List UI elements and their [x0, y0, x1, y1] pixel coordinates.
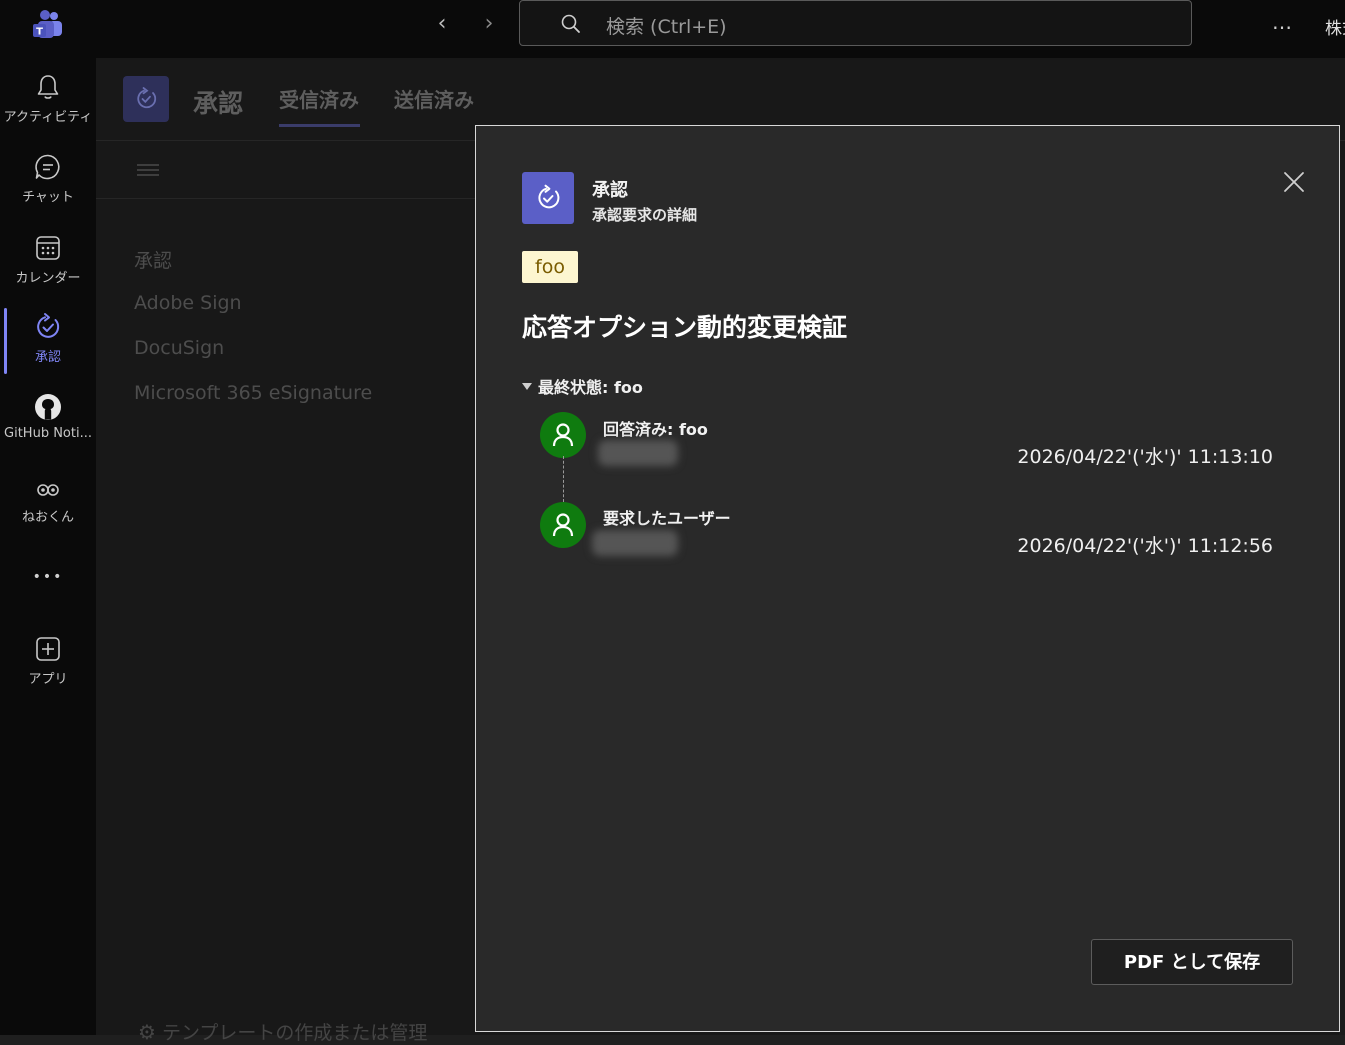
status-tag: foo	[522, 251, 578, 283]
bell-icon	[37, 75, 59, 99]
approval-detail-dialog: 承認 承認要求の詳細 foo 応答オプション動的変更検証 最終状態: foo 回…	[475, 125, 1340, 1032]
tab-sent[interactable]: 送信済み	[394, 84, 474, 113]
event-label-responded: 回答済み: foo	[603, 420, 708, 439]
rail-label-github: GitHub Noti...	[4, 426, 92, 441]
rail-item-neokun[interactable]: ねおくん	[0, 472, 96, 544]
rail-label-calendar: カレンダー	[15, 271, 81, 286]
user-account-label[interactable]: 株式	[1325, 14, 1345, 39]
request-title: 応答オプション動的変更検証	[522, 313, 848, 342]
more-icon: •••	[32, 569, 64, 585]
avatar	[540, 412, 586, 458]
manage-templates-link[interactable]: ⚙ テンプレートの作成または管理	[138, 1018, 427, 1045]
list-item-approvals[interactable]: 承認	[134, 246, 172, 273]
list-item-docusign[interactable]: DocuSign	[134, 337, 224, 359]
save-as-pdf-button[interactable]: PDF として保存	[1091, 939, 1293, 985]
approvals-app-icon	[123, 76, 169, 122]
title-bar: T ‹ › 検索 (Ctrl+E) … 株式	[0, 0, 1345, 58]
redacted-user-name	[598, 440, 678, 466]
rail-item-activity[interactable]: アクティビティ	[0, 72, 96, 144]
rail-item-calendar[interactable]: カレンダー	[0, 233, 96, 305]
back-button[interactable]: ‹	[428, 10, 456, 38]
dialog-subtitle: 承認要求の詳細	[592, 206, 698, 224]
rail-item-apps[interactable]: アプリ	[0, 634, 96, 706]
avatar	[540, 502, 586, 548]
more-options-button[interactable]: …	[1272, 10, 1293, 34]
github-icon	[35, 394, 61, 420]
rail-label-activity: アクティビティ	[3, 110, 93, 125]
dialog-title: 承認	[592, 180, 628, 201]
teams-logo-icon[interactable]: T	[32, 10, 64, 40]
rail-item-github[interactable]: GitHub Noti...	[0, 392, 96, 464]
rail-more-button[interactable]: •••	[0, 566, 96, 596]
rail-item-chat[interactable]: チャット	[0, 152, 96, 224]
chat-icon	[35, 154, 60, 180]
svg-text:T: T	[36, 27, 43, 38]
rail-item-approvals[interactable]: 承認	[0, 312, 96, 384]
forward-button[interactable]: ›	[475, 10, 503, 38]
calendar-icon	[36, 236, 60, 260]
search-input[interactable]: 検索 (Ctrl+E)	[519, 0, 1192, 46]
final-status-toggle[interactable]: 最終状態: foo	[522, 374, 643, 398]
timeline-connector	[563, 456, 564, 502]
person-icon	[552, 423, 574, 447]
rail-label-neokun: ねおくん	[21, 510, 74, 525]
manage-templates-label: テンプレートの作成または管理	[161, 1022, 428, 1044]
menu-icon[interactable]	[137, 162, 159, 178]
collapse-triangle-icon	[522, 383, 532, 390]
final-status-label: 最終状態: foo	[538, 378, 643, 397]
provider-list: 承認 Adobe Sign DocuSign Microsoft 365 eSi…	[110, 228, 480, 498]
event-label-requester: 要求したユーザー	[603, 509, 731, 528]
rail-label-approvals: 承認	[34, 350, 61, 365]
approvals-icon	[522, 172, 574, 224]
active-tab-indicator	[279, 124, 360, 127]
rail-label-chat: チャット	[22, 190, 74, 205]
gear-icon: ⚙	[138, 1020, 156, 1044]
event-time-responded: 2026/04/22'('水')' 11:13:10	[1017, 446, 1273, 468]
add-app-icon	[36, 637, 60, 661]
search-placeholder: 検索 (Ctrl+E)	[606, 16, 727, 38]
list-item-adobe-sign[interactable]: Adobe Sign	[134, 292, 242, 314]
tab-received[interactable]: 受信済み	[279, 84, 359, 113]
list-item-m365-esignature[interactable]: Microsoft 365 eSignature	[134, 382, 372, 404]
close-icon[interactable]	[1282, 170, 1306, 194]
app-rail: アクティビティ チャット カレンダー 承認 GitHub Noti... ねおく…	[0, 58, 96, 1035]
glasses-icon	[37, 484, 59, 496]
rail-label-apps: アプリ	[28, 672, 68, 687]
search-icon	[561, 14, 580, 33]
approvals-icon	[37, 313, 60, 338]
app-title: 承認	[193, 89, 244, 118]
person-icon	[552, 513, 574, 537]
event-time-requested: 2026/04/22'('水')' 11:12:56	[1017, 535, 1273, 557]
redacted-user-name	[592, 530, 678, 556]
